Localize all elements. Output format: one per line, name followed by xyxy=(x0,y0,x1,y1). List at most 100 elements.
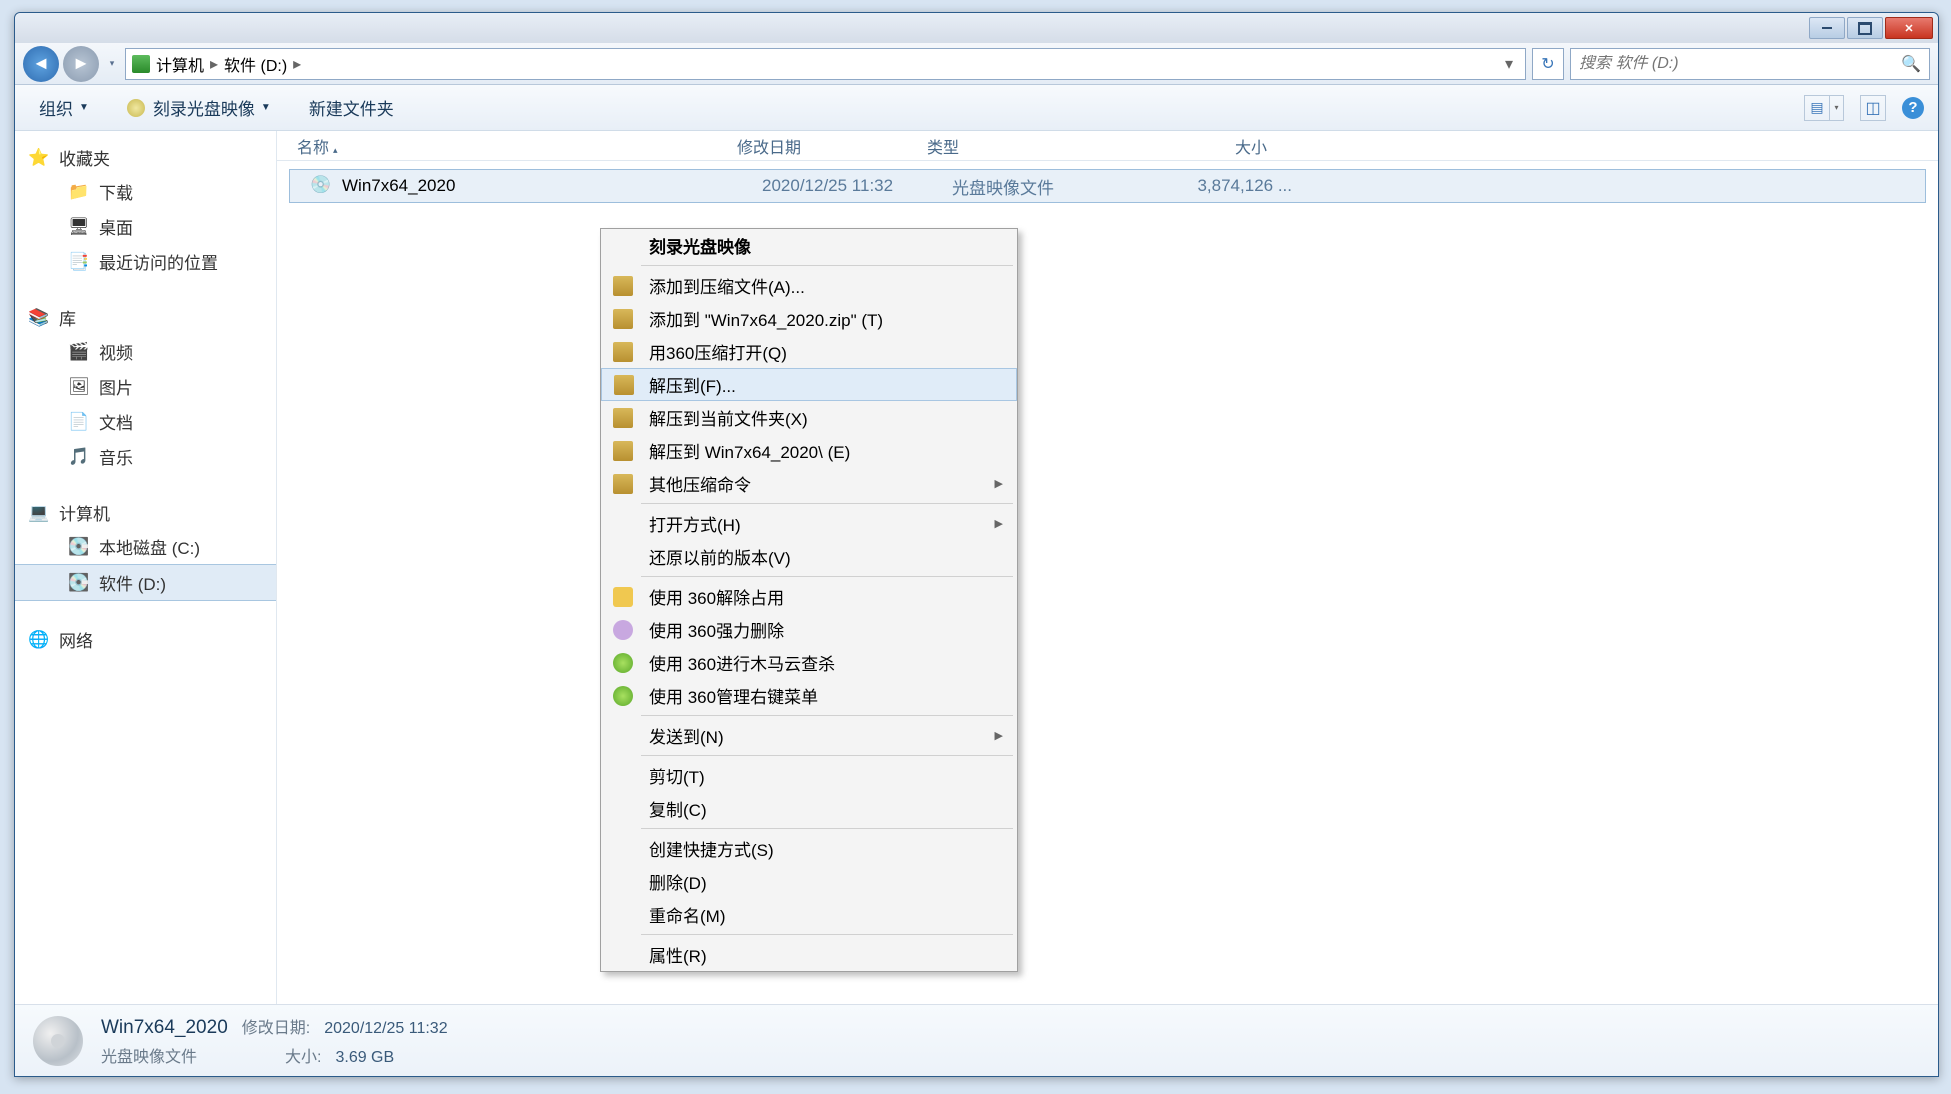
context-label: 还原以前的版本(V) xyxy=(649,544,791,569)
context-label: 其他压缩命令 xyxy=(649,471,751,496)
network-header[interactable]: 🌐网络 xyxy=(15,623,276,656)
context-item[interactable]: 其他压缩命令 ▶ xyxy=(601,467,1017,500)
back-button[interactable]: ◄ xyxy=(23,46,59,82)
minimize-button[interactable] xyxy=(1809,17,1845,39)
context-item[interactable]: 创建快捷方式(S) xyxy=(601,832,1017,865)
sidebar-item-music[interactable]: 🎵音乐 xyxy=(15,439,276,474)
context-label: 删除(D) xyxy=(649,869,707,894)
file-date: 2020/12/25 11:32 xyxy=(762,176,952,196)
address-dropdown[interactable]: ▾ xyxy=(1499,54,1519,74)
context-item[interactable]: 使用 360管理右键菜单 xyxy=(601,679,1017,712)
context-item[interactable]: 用360压缩打开(Q) xyxy=(601,335,1017,368)
context-separator xyxy=(641,265,1013,266)
forward-button[interactable]: ► xyxy=(63,46,99,82)
search-box[interactable]: 🔍 xyxy=(1570,48,1930,80)
sidebar-item-pictures[interactable]: 🖼图片 xyxy=(15,369,276,404)
context-item[interactable]: 使用 360进行木马云查杀 xyxy=(601,646,1017,679)
context-item[interactable]: 使用 360强力删除 xyxy=(601,613,1017,646)
context-separator xyxy=(641,755,1013,756)
context-item[interactable]: 添加到 "Win7x64_2020.zip" (T) xyxy=(601,302,1017,335)
view-toggle[interactable] xyxy=(1804,95,1844,121)
status-size-label: 大小: xyxy=(285,1043,321,1067)
favorites-header[interactable]: ⭐收藏夹 xyxy=(15,141,276,174)
music-icon: 🎵 xyxy=(69,447,89,467)
maximize-button[interactable] xyxy=(1847,17,1883,39)
context-item[interactable]: 添加到压缩文件(A)... xyxy=(601,269,1017,302)
context-item[interactable]: 还原以前的版本(V) xyxy=(601,540,1017,573)
context-item[interactable]: 解压到 Win7x64_2020\ (E) xyxy=(601,434,1017,467)
burn-button[interactable]: 刻录光盘映像▼ xyxy=(117,89,281,126)
sidebar-item-desktop[interactable]: 🖥桌面 xyxy=(15,209,276,244)
drive-icon: 💽 xyxy=(69,537,89,557)
navigation-pane: ⭐收藏夹 📁下载 🖥桌面 📑最近访问的位置 📚库 🎬视频 🖼图片 📄文档 🎵音乐… xyxy=(15,131,277,1004)
context-label: 解压到当前文件夹(X) xyxy=(649,405,808,430)
column-name[interactable]: 名称▴ xyxy=(297,134,737,158)
sidebar-item-drive-d[interactable]: 💽软件 (D:) xyxy=(15,564,276,601)
refresh-button[interactable] xyxy=(1532,48,1564,80)
breadcrumb-separator: ▸ xyxy=(210,54,218,74)
new-folder-button[interactable]: 新建文件夹 xyxy=(299,89,404,126)
context-item[interactable]: 解压到(F)... xyxy=(601,368,1017,401)
column-headers[interactable]: 名称▴ 修改日期 类型 大小 xyxy=(277,131,1938,161)
navigation-bar: ◄ ► 计算机 ▸ 软件 (D:) ▸ ▾ 🔍 xyxy=(15,43,1938,85)
sidebar-item-drive-c[interactable]: 💽本地磁盘 (C:) xyxy=(15,529,276,564)
context-item[interactable]: 解压到当前文件夹(X) xyxy=(601,401,1017,434)
file-row[interactable]: 💿 Win7x64_2020 2020/12/25 11:32 光盘映像文件 3… xyxy=(289,169,1926,203)
context-item[interactable]: 刻录光盘映像 xyxy=(601,229,1017,262)
context-item[interactable]: 属性(R) xyxy=(601,938,1017,971)
document-icon: 📄 xyxy=(69,412,89,432)
sidebar-item-downloads[interactable]: 📁下载 xyxy=(15,174,276,209)
organize-menu[interactable]: 组织▼ xyxy=(29,89,99,126)
zip-icon xyxy=(613,408,633,428)
360g-icon xyxy=(613,686,633,706)
history-dropdown[interactable] xyxy=(105,49,119,79)
column-type[interactable]: 类型 xyxy=(927,134,1127,158)
computer-header[interactable]: 💻计算机 xyxy=(15,496,276,529)
sort-indicator: ▴ xyxy=(333,145,338,155)
context-separator xyxy=(641,934,1013,935)
context-item[interactable]: 发送到(N)▶ xyxy=(601,719,1017,752)
context-label: 发送到(N) xyxy=(649,723,724,748)
context-label: 解压到(F)... xyxy=(649,372,736,397)
picture-icon: 🖼 xyxy=(69,377,89,397)
context-item[interactable]: 重命名(M) xyxy=(601,898,1017,931)
library-icon: 📚 xyxy=(29,308,49,328)
close-button[interactable] xyxy=(1885,17,1933,39)
sidebar-item-videos[interactable]: 🎬视频 xyxy=(15,334,276,369)
file-name: Win7x64_2020 xyxy=(342,176,762,196)
context-item[interactable]: 复制(C) xyxy=(601,792,1017,825)
search-input[interactable] xyxy=(1579,55,1901,73)
zip-icon xyxy=(613,441,633,461)
context-item[interactable]: 剪切(T) xyxy=(601,759,1017,792)
context-item[interactable]: 使用 360解除占用 xyxy=(601,580,1017,613)
sidebar-item-documents[interactable]: 📄文档 xyxy=(15,404,276,439)
column-size[interactable]: 大小 xyxy=(1127,134,1267,158)
file-size: 3,874,126 ... xyxy=(1152,176,1292,196)
file-thumbnail xyxy=(33,1016,83,1066)
column-date[interactable]: 修改日期 xyxy=(737,134,927,158)
network-icon: 🌐 xyxy=(29,630,49,650)
sidebar-item-recent[interactable]: 📑最近访问的位置 xyxy=(15,244,276,279)
file-view: 名称▴ 修改日期 类型 大小 💿 Win7x64_2020 2020/12/25… xyxy=(277,131,1938,1004)
status-size-value: 3.69 GB xyxy=(335,1049,394,1067)
breadcrumb-part[interactable]: 计算机 xyxy=(156,52,204,76)
context-item[interactable]: 删除(D) xyxy=(601,865,1017,898)
breadcrumb-part[interactable]: 软件 (D:) xyxy=(224,52,287,76)
context-item[interactable]: 打开方式(H)▶ xyxy=(601,507,1017,540)
search-icon[interactable]: 🔍 xyxy=(1901,54,1921,74)
preview-pane-toggle[interactable] xyxy=(1860,95,1886,121)
star-icon: ⭐ xyxy=(29,148,49,168)
status-date-value: 2020/12/25 11:32 xyxy=(324,1020,447,1038)
submenu-arrow-icon: ▶ xyxy=(995,517,1003,530)
status-date-label: 修改日期: xyxy=(242,1014,310,1038)
toolbar: 组织▼ 刻录光盘映像▼ 新建文件夹 ? xyxy=(15,85,1938,131)
context-label: 创建快捷方式(S) xyxy=(649,836,774,861)
file-list: 💿 Win7x64_2020 2020/12/25 11:32 光盘映像文件 3… xyxy=(277,161,1938,1004)
address-bar[interactable]: 计算机 ▸ 软件 (D:) ▸ ▾ xyxy=(125,48,1526,80)
submenu-arrow-icon: ▶ xyxy=(995,477,1003,490)
drive-icon xyxy=(132,55,150,73)
help-icon[interactable]: ? xyxy=(1902,97,1924,119)
libraries-header[interactable]: 📚库 xyxy=(15,301,276,334)
context-label: 刻录光盘映像 xyxy=(649,233,751,258)
context-menu: 刻录光盘映像添加到压缩文件(A)...添加到 "Win7x64_2020.zip… xyxy=(600,228,1018,972)
